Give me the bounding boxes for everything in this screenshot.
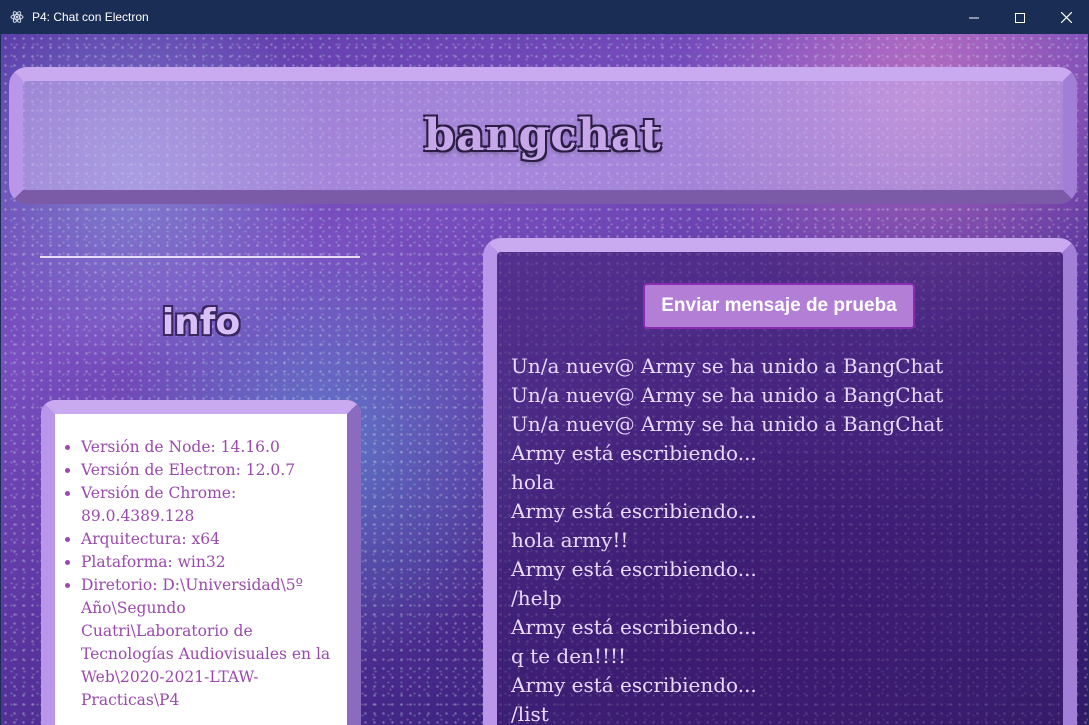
chat-panel: Enviar mensaje de prueba Un/a nuev@ Army… (483, 238, 1077, 725)
header-banner: bangchat (9, 67, 1077, 204)
maximize-icon (1015, 8, 1025, 27)
info-item-platform: Plataforma: win32 (81, 551, 333, 574)
chat-message: Army está escribiendo... (511, 499, 757, 523)
chat-message: hola (511, 470, 555, 494)
chat-message: Un/a nuev@ Army se ha unido a BangChat (511, 412, 944, 436)
chat-message: q te den!!!! (511, 644, 627, 668)
window-controls (951, 0, 1089, 34)
message-list: Un/a nuev@ Army se ha unido a BangChat U… (511, 352, 1051, 725)
send-test-message-button[interactable]: Enviar mensaje de prueba (643, 283, 915, 329)
chat-message: Army está escribiendo... (511, 673, 757, 697)
chat-message: hola army!! (511, 528, 629, 552)
info-item-architecture: Arquitectura: x64 (81, 528, 333, 551)
info-item-node-version: Versión de Node: 14.16.0 (81, 436, 333, 459)
info-item-directory: Diretorio: D:\Universidad\5º Año\Segundo… (81, 574, 333, 712)
chat-message: Army está escribiendo... (511, 441, 757, 465)
title-bar[interactable]: P4: Chat con Electron (0, 0, 1089, 34)
close-button[interactable] (1043, 0, 1089, 34)
chat-message: Un/a nuev@ Army se ha unido a BangChat (511, 383, 944, 407)
minimize-button[interactable] (951, 0, 997, 34)
page-title: bangchat (424, 110, 662, 161)
info-panel: Versión de Node: 14.16.0 Versión de Elec… (41, 400, 361, 725)
app-window: P4: Chat con Electron bangchat info • Ve… (0, 0, 1089, 725)
chat-message: Army está escribiendo... (511, 557, 757, 581)
minimize-icon (969, 8, 979, 27)
maximize-button[interactable] (997, 0, 1043, 34)
info-list: Versión de Node: 14.16.0 Versión de Elec… (55, 414, 347, 722)
info-item-chrome-version: Versión de Chrome: 89.0.4389.128 (81, 482, 333, 528)
info-item-electron-version: Versión de Electron: 12.0.7 (81, 459, 333, 482)
divider (40, 256, 360, 258)
close-icon (1060, 8, 1072, 27)
info-heading: info (161, 302, 241, 343)
window-title: P4: Chat con Electron (32, 10, 149, 24)
chat-message: Un/a nuev@ Army se ha unido a BangChat (511, 354, 944, 378)
chat-message: /list (511, 702, 549, 725)
chat-message: /help (511, 586, 562, 610)
chat-message: Army está escribiendo... (511, 615, 757, 639)
atom-icon (10, 10, 24, 24)
header-inner: bangchat (23, 81, 1063, 190)
app-content: bangchat info Versión de Node: 14.16.0 V… (1, 34, 1088, 725)
